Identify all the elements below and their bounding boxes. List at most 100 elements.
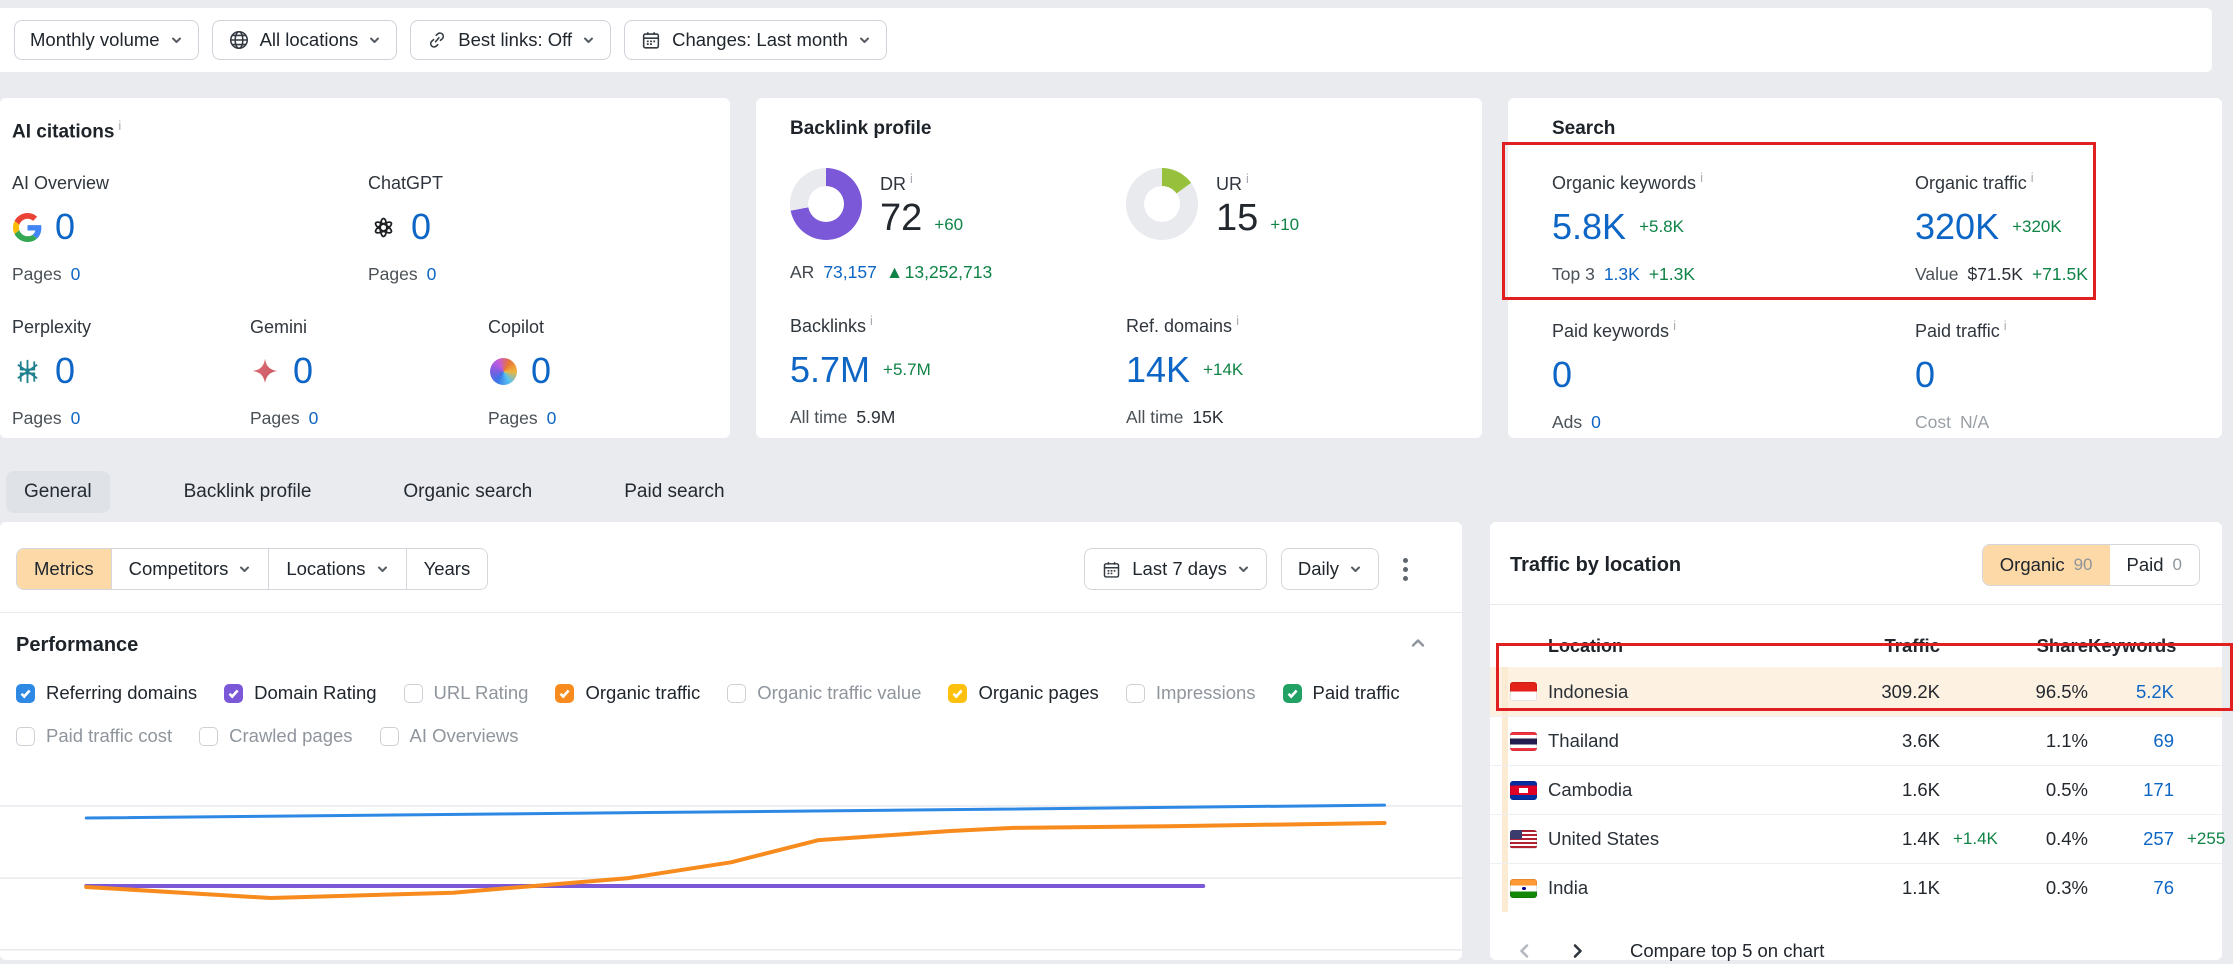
pages-value[interactable]: 0 (71, 408, 81, 429)
paid-keywords-value[interactable]: 0 (1552, 357, 1572, 393)
table-header-row: Location Traffic Share Keywords (1490, 625, 2222, 667)
top-filter-toolbar: Monthly volume All locations Best links:… (0, 8, 2212, 72)
more-options-icon[interactable] (1393, 552, 1418, 587)
ai-overview-value[interactable]: 0 (55, 209, 75, 245)
paid-traffic-stat: Paid traffici 0 Cost N/A (1915, 318, 2007, 433)
metric-checkbox-paid-traffic-cost[interactable]: Paid traffic cost (16, 725, 172, 747)
pages-value[interactable]: 0 (71, 264, 81, 285)
best-links-dropdown[interactable]: Best links: Off (410, 20, 611, 60)
pages-value[interactable]: 0 (547, 408, 557, 429)
ur-change: +10 (1270, 215, 1299, 235)
performance-title: Performance (16, 634, 138, 657)
table-row-indonesia[interactable]: Indonesia 309.2K 96.5% 5.2K (1490, 667, 2222, 716)
granularity-label: Daily (1298, 558, 1339, 580)
next-page-icon[interactable] (1564, 938, 1590, 964)
organic-traffic-value[interactable]: 320K (1915, 209, 1999, 245)
copilot-value[interactable]: 0 (531, 353, 551, 389)
granularity-dropdown[interactable]: Daily (1281, 548, 1379, 590)
tab-backlink-profile[interactable]: Backlink profile (166, 471, 330, 513)
gemini-value[interactable]: 0 (293, 353, 313, 389)
metric-checkbox-organic-pages[interactable]: Organic pages (948, 682, 1098, 704)
metric-checkbox-crawled-pages[interactable]: Crawled pages (199, 725, 352, 747)
ai-citations-row-2: Perplexity 0 Pages0 Gemini (12, 317, 730, 429)
monthly-volume-dropdown[interactable]: Monthly volume (14, 20, 199, 60)
metric-checkbox-organic-traffic[interactable]: Organic traffic (555, 682, 700, 704)
metric-checkbox-ai-overviews[interactable]: AI Overviews (380, 725, 519, 747)
checkbox-icon (1283, 684, 1302, 703)
value-label: Value (1915, 264, 1958, 285)
ref-domains-value[interactable]: 14K (1126, 352, 1190, 388)
dr-value: 72 (880, 199, 922, 237)
metric-checkbox-paid-traffic[interactable]: Paid traffic (1283, 682, 1400, 704)
ref-domains-change: +14K (1203, 360, 1243, 380)
locations-dropdown[interactable]: All locations (212, 20, 398, 60)
all-time-label: All time (790, 407, 847, 428)
chevron-down-icon (582, 34, 595, 47)
toggle-organic[interactable]: Organic 90 (1983, 545, 2110, 585)
best-links-label: Best links: Off (458, 29, 572, 51)
organic-keywords-value[interactable]: 5.8K (1552, 209, 1626, 245)
united-states-flag-icon (1510, 830, 1537, 849)
segment-years[interactable]: Years (406, 549, 488, 589)
segment-competitors[interactable]: Competitors (111, 549, 269, 589)
tab-paid-search[interactable]: Paid search (606, 471, 742, 513)
pages-label: Pages (250, 408, 300, 429)
changes-dropdown[interactable]: Changes: Last month (624, 20, 887, 60)
backlink-profile-title: Backlink profile (790, 118, 1482, 140)
table-row-united-states[interactable]: United States 1.4K +1.4K 0.4% 257 +255 (1490, 814, 2222, 863)
chevron-down-icon (1237, 563, 1250, 576)
checkbox-icon (404, 684, 423, 703)
ar-value[interactable]: 73,157 (823, 262, 877, 283)
dr-change: +60 (934, 215, 963, 235)
checkbox-icon (555, 684, 574, 703)
collapse-section-icon[interactable] (1408, 633, 1428, 658)
top3-value[interactable]: 1.3K (1604, 264, 1640, 285)
chevron-down-icon (238, 563, 251, 576)
gemini-icon (250, 356, 280, 386)
table-row-thailand[interactable]: Thailand 3.6K 1.1% 69 (1490, 716, 2222, 765)
search-title: Search (1552, 118, 2222, 140)
table-row-india[interactable]: India 1.1K 0.3% 76 (1490, 863, 2222, 912)
performance-line-chart (0, 773, 1462, 963)
segment-metrics[interactable]: Metrics (17, 549, 111, 589)
ai-overview-label: AI Overview (12, 173, 368, 194)
tab-organic-search[interactable]: Organic search (385, 471, 550, 513)
pages-value[interactable]: 0 (427, 264, 437, 285)
openai-icon (368, 212, 398, 242)
metric-checkbox-referring-domains[interactable]: Referring domains (16, 682, 197, 704)
previous-page-icon[interactable] (1512, 938, 1538, 964)
info-icon: i (118, 118, 121, 133)
info-icon: i (1246, 171, 1249, 186)
ads-value[interactable]: 0 (1591, 412, 1601, 433)
info-icon: i (1673, 318, 1676, 333)
thailand-flag-icon (1510, 732, 1537, 751)
calendar-icon (640, 29, 662, 51)
all-time-value: 15K (1192, 407, 1223, 428)
pages-value[interactable]: 0 (309, 408, 319, 429)
compare-top5-button[interactable]: Compare top 5 on chart (1630, 940, 1824, 962)
checkbox-icon (380, 727, 399, 746)
date-range-dropdown[interactable]: Last 7 days (1084, 548, 1267, 590)
metric-checkbox-organic-traffic-value[interactable]: Organic traffic value (727, 682, 921, 704)
organic-traffic-stat: Organic traffici 320K +320K Value $71.5K… (1915, 170, 2088, 285)
paid-traffic-value[interactable]: 0 (1915, 357, 1935, 393)
checkbox-icon (1126, 684, 1145, 703)
backlinks-change: +5.7M (883, 360, 931, 380)
gemini-stat: Gemini 0 Pages0 (250, 317, 488, 429)
metric-checkbox-url-rating[interactable]: URL Rating (404, 682, 529, 704)
backlinks-value[interactable]: 5.7M (790, 352, 870, 388)
globe-icon (228, 29, 250, 51)
perplexity-value[interactable]: 0 (55, 353, 75, 389)
metric-checkbox-impressions[interactable]: Impressions (1126, 682, 1256, 704)
organic-keywords-stat: Organic keywordsi 5.8K +5.8K Top 3 1.3K … (1552, 170, 1915, 285)
all-time-value: 5.9M (856, 407, 895, 428)
chatgpt-value[interactable]: 0 (411, 209, 431, 245)
metric-checkbox-domain-rating[interactable]: Domain Rating (224, 682, 376, 704)
info-icon: i (1700, 170, 1703, 185)
info-icon: i (2031, 170, 2034, 185)
segment-locations[interactable]: Locations (268, 549, 405, 589)
table-row-cambodia[interactable]: Cambodia 1.6K 0.5% 171 (1490, 765, 2222, 814)
toggle-paid[interactable]: Paid 0 (2110, 545, 2200, 585)
tab-general[interactable]: General (6, 471, 110, 513)
col-traffic: Traffic (1760, 635, 1940, 657)
